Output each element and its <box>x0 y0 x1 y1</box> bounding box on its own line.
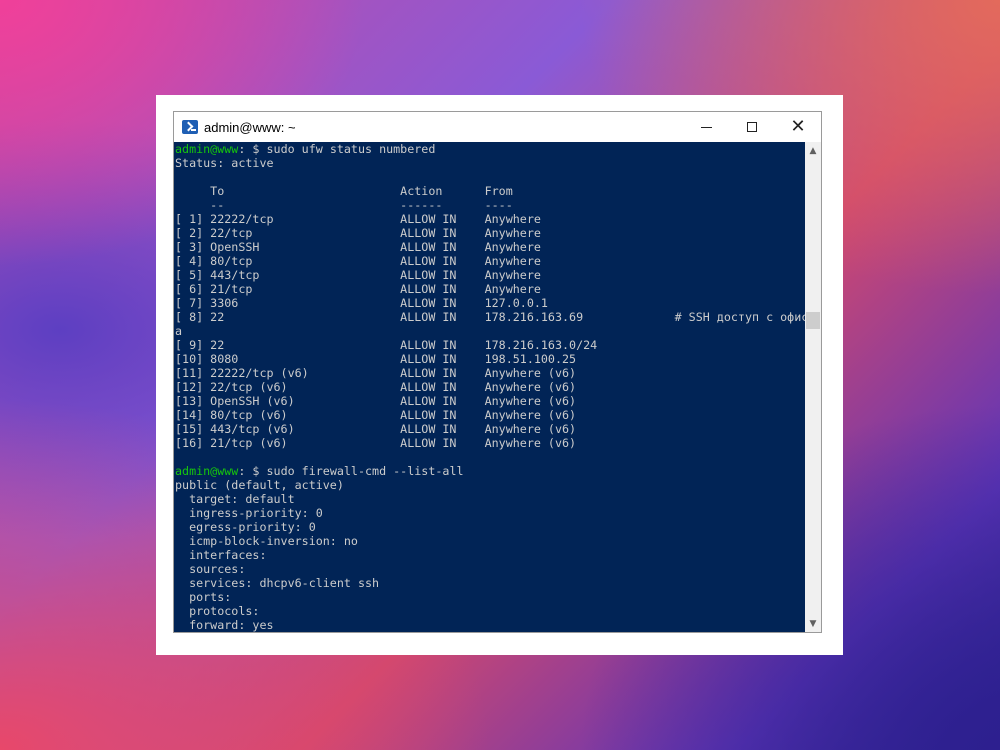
terminal-line: ports: <box>175 590 805 604</box>
terminal-line: sources: <box>175 562 805 576</box>
output-text: [ 3] OpenSSH ALLOW IN Anywhere <box>175 240 541 254</box>
terminal-line: [11] 22222/tcp (v6) ALLOW IN Anywhere (v… <box>175 366 805 380</box>
close-icon: ✕ <box>790 116 806 137</box>
chevron-down-icon: ▼ <box>809 618 817 629</box>
powershell-icon <box>182 120 198 134</box>
scrollbar-thumb[interactable] <box>806 312 820 329</box>
terminal-line: services: dhcpv6-client ssh <box>175 576 805 590</box>
output-text: [14] 80/tcp (v6) ALLOW IN Anywhere (v6) <box>175 408 577 422</box>
maximize-button[interactable] <box>729 112 775 142</box>
output-text: [13] OpenSSH (v6) ALLOW IN Anywhere (v6) <box>175 394 577 408</box>
terminal-line: а <box>175 324 805 338</box>
terminal-line: forward: yes <box>175 618 805 632</box>
terminal-line: [ 7] 3306 ALLOW IN 127.0.0.1 <box>175 296 805 310</box>
terminal-line: [14] 80/tcp (v6) ALLOW IN Anywhere (v6) <box>175 408 805 422</box>
output-text: icmp-block-inversion: no <box>175 534 358 548</box>
terminal-line: public (default, active) <box>175 478 805 492</box>
window-controls: ✕ <box>683 112 821 142</box>
terminal-line: ingress-priority: 0 <box>175 506 805 520</box>
output-text: target: default <box>175 492 295 506</box>
chevron-up-icon: ▲ <box>809 145 817 156</box>
terminal-line: [12] 22/tcp (v6) ALLOW IN Anywhere (v6) <box>175 380 805 394</box>
terminal-line: [ 6] 21/tcp ALLOW IN Anywhere <box>175 282 805 296</box>
output-text: interfaces: <box>175 548 267 562</box>
output-text: forward: yes <box>175 618 274 632</box>
terminal-line: Status: active <box>175 156 805 170</box>
output-text: а <box>175 324 183 338</box>
output-text: [ 9] 22 ALLOW IN 178.216.163.0/24 <box>175 338 598 352</box>
output-text: [ 6] 21/tcp ALLOW IN Anywhere <box>175 282 541 296</box>
prompt-command: : $ sudo ufw status numbered <box>238 142 436 156</box>
terminal-line: [ 2] 22/tcp ALLOW IN Anywhere <box>175 226 805 240</box>
prompt-user: admin@www <box>175 142 239 156</box>
output-text: [ 4] 80/tcp ALLOW IN Anywhere <box>175 254 541 268</box>
output-text: public (default, active) <box>175 478 344 492</box>
terminal-line: protocols: <box>175 604 805 618</box>
terminal-line: [10] 8080 ALLOW IN 198.51.100.25 <box>175 352 805 366</box>
prompt-user: admin@www <box>175 464 239 478</box>
terminal-line: admin@www: $ sudo ufw status numbered <box>175 142 805 156</box>
output-text: To Action From <box>175 184 513 198</box>
output-text: -- ------ ---- <box>175 198 513 212</box>
terminal-line: [ 3] OpenSSH ALLOW IN Anywhere <box>175 240 805 254</box>
terminal-line: [ 4] 80/tcp ALLOW IN Anywhere <box>175 254 805 268</box>
output-text: [12] 22/tcp (v6) ALLOW IN Anywhere (v6) <box>175 380 577 394</box>
terminal-line: [ 9] 22 ALLOW IN 178.216.163.0/24 <box>175 338 805 352</box>
terminal-window[interactable]: admin@www: ~ ✕ admin@www: $ sudo ufw sta… <box>173 111 822 633</box>
terminal-lines: admin@www: $ sudo ufw status numbered Sta… <box>174 142 805 632</box>
scroll-up-button[interactable]: ▲ <box>805 142 821 159</box>
output-text: [ 2] 22/tcp ALLOW IN Anywhere <box>175 226 541 240</box>
output-text: egress-priority: 0 <box>175 520 316 534</box>
terminal-line: egress-priority: 0 <box>175 520 805 534</box>
output-text: [ 5] 443/tcp ALLOW IN Anywhere <box>175 268 541 282</box>
maximize-icon <box>747 122 757 132</box>
terminal-line: admin@www: $ sudo firewall-cmd --list-al… <box>175 464 805 478</box>
terminal-line: -- ------ ---- <box>175 198 805 212</box>
output-text: ports: <box>175 590 232 604</box>
output-text: [11] 22222/tcp (v6) ALLOW IN Anywhere (v… <box>175 366 577 380</box>
title-bar[interactable]: admin@www: ~ ✕ <box>174 112 821 142</box>
window-title: admin@www: ~ <box>204 119 296 135</box>
terminal-line: interfaces: <box>175 548 805 562</box>
scroll-down-button[interactable]: ▼ <box>805 615 821 632</box>
output-text: [16] 21/tcp (v6) ALLOW IN Anywhere (v6) <box>175 436 577 450</box>
terminal-line: [ 1] 22222/tcp ALLOW IN Anywhere <box>175 212 805 226</box>
terminal-line: [15] 443/tcp (v6) ALLOW IN Anywhere (v6) <box>175 422 805 436</box>
console-output[interactable]: admin@www: $ sudo ufw status numbered Sta… <box>174 142 805 632</box>
output-text: [15] 443/tcp (v6) ALLOW IN Anywhere (v6) <box>175 422 577 436</box>
minimize-button[interactable] <box>683 112 729 142</box>
prompt-command: : $ sudo firewall-cmd --list-all <box>238 464 464 478</box>
output-text: sources: <box>175 562 246 576</box>
terminal-line: [ 5] 443/tcp ALLOW IN Anywhere <box>175 268 805 282</box>
terminal-line: [16] 21/tcp (v6) ALLOW IN Anywhere (v6) <box>175 436 805 450</box>
output-text: [ 8] 22 ALLOW IN 178.216.163.69 # SSH до… <box>175 310 805 324</box>
output-text: ingress-priority: 0 <box>175 506 323 520</box>
terminal-line: To Action From <box>175 184 805 198</box>
close-button[interactable]: ✕ <box>775 112 821 142</box>
minimize-icon <box>700 126 712 128</box>
terminal-line: icmp-block-inversion: no <box>175 534 805 548</box>
terminal-line: target: default <box>175 492 805 506</box>
terminal-line: [13] OpenSSH (v6) ALLOW IN Anywhere (v6) <box>175 394 805 408</box>
output-text: [ 1] 22222/tcp ALLOW IN Anywhere <box>175 212 541 226</box>
output-text: [10] 8080 ALLOW IN 198.51.100.25 <box>175 352 577 366</box>
output-text: [ 7] 3306 ALLOW IN 127.0.0.1 <box>175 296 548 310</box>
output-text: services: dhcpv6-client ssh <box>175 576 380 590</box>
vertical-scrollbar[interactable]: ▲ ▼ <box>805 142 821 632</box>
terminal-line: [ 8] 22 ALLOW IN 178.216.163.69 # SSH до… <box>175 310 805 324</box>
output-text: protocols: <box>175 604 260 618</box>
output-text: Status: active <box>175 156 274 170</box>
